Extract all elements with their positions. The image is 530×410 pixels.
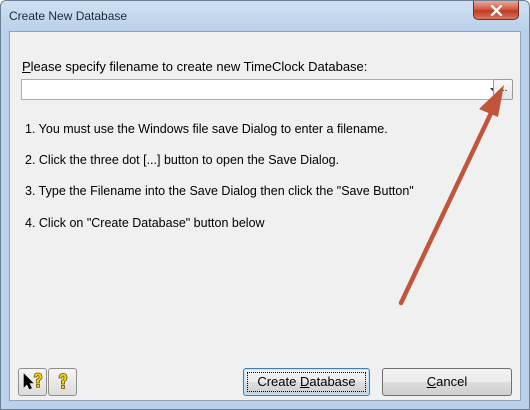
create-database-button[interactable]: Create Database [243, 368, 370, 396]
cancel-label: Cancel [426, 374, 468, 389]
instruction-3: 3. Type the Filename into the Save Dialo… [25, 184, 414, 198]
title-bar[interactable]: Create New Database [1, 1, 529, 31]
help-button[interactable] [48, 368, 77, 396]
close-button[interactable] [473, 1, 519, 20]
instruction-2: 2. Click the three dot [...] button to o… [25, 153, 340, 167]
question-mark-icon [58, 373, 68, 389]
cancel-button[interactable]: Cancel [382, 368, 512, 396]
create-database-window: Create New Database Please specify filen… [0, 0, 530, 410]
whats-this-help-icon [23, 372, 43, 390]
window-title: Create New Database [9, 9, 128, 23]
focus-rectangle [247, 372, 366, 392]
instruction-1: 1. You must use the Windows file save Di… [25, 122, 388, 136]
browse-button[interactable]: ... [493, 79, 513, 100]
dialog-body: Please specify filename to create new Ti… [9, 31, 521, 401]
filename-prompt-label: Please specify filename to create new Ti… [22, 59, 368, 74]
close-icon [490, 5, 503, 16]
instruction-4: 4. Click on "Create Database" button bel… [25, 216, 265, 230]
filename-combobox[interactable] [21, 79, 503, 100]
whats-this-button[interactable] [18, 368, 47, 396]
